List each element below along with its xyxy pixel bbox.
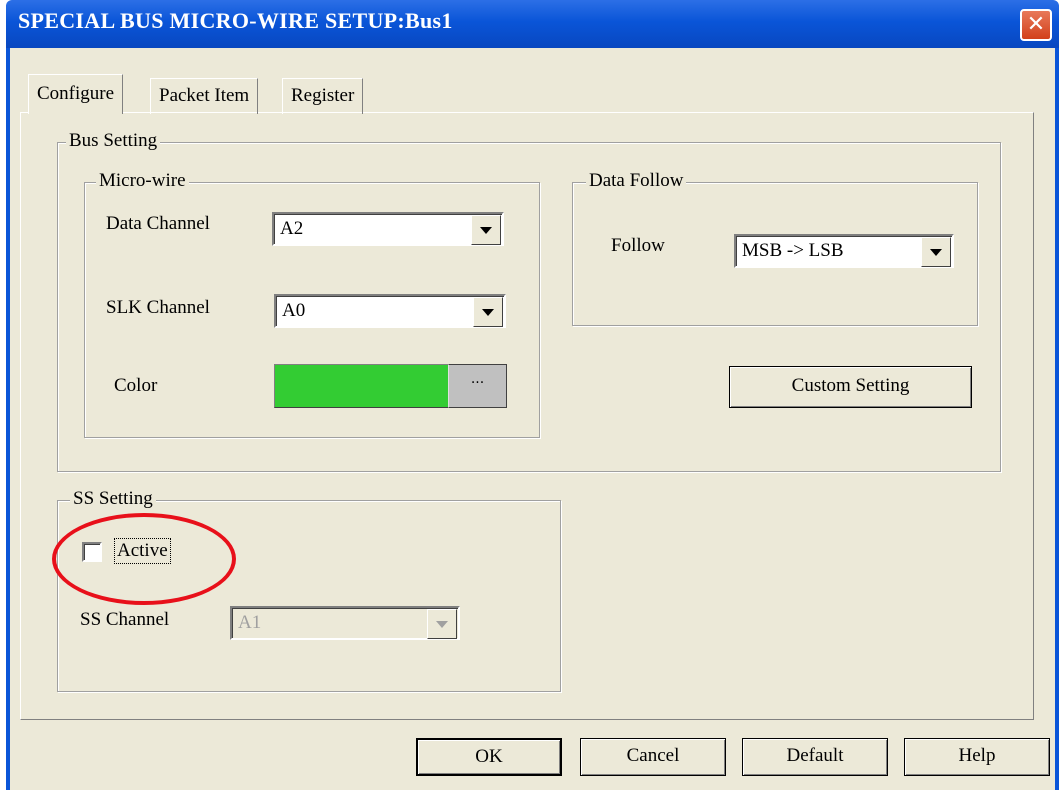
ss-channel-value: A1 <box>238 612 262 633</box>
color-label: Color <box>114 375 158 396</box>
ss-channel-label: SS Channel <box>80 609 170 630</box>
data-channel-value: A2 <box>280 218 304 239</box>
highlight-circle <box>52 513 236 605</box>
follow-value: MSB -> LSB <box>742 240 844 261</box>
tab-packet-item[interactable]: Packet Item <box>150 78 259 114</box>
ss-channel-select[interactable]: A1 <box>230 606 460 640</box>
data-channel-label: Data Channel <box>106 213 210 234</box>
slk-channel-value: A0 <box>282 300 306 321</box>
cancel-button[interactable]: Cancel <box>580 738 726 776</box>
tab-register[interactable]: Register <box>282 78 364 114</box>
tab-configure[interactable]: Configure <box>28 74 124 114</box>
chevron-down-icon[interactable] <box>427 609 457 639</box>
chevron-down-icon[interactable] <box>921 237 951 267</box>
chevron-down-icon[interactable] <box>471 215 501 245</box>
close-button[interactable]: ✕ <box>1020 9 1052 41</box>
data-channel-select[interactable]: A2 <box>272 212 504 246</box>
data-follow-legend: Data Follow <box>586 170 687 192</box>
window-title: SPECIAL BUS MICRO-WIRE SETUP:Bus1 <box>18 8 453 33</box>
micro-wire-legend: Micro-wire <box>96 170 189 192</box>
slk-channel-select[interactable]: A0 <box>274 294 506 328</box>
color-picker-button[interactable]: ··· <box>448 364 507 408</box>
follow-select[interactable]: MSB -> LSB <box>734 234 954 268</box>
bus-setting-legend: Bus Setting <box>66 130 161 152</box>
color-swatch[interactable] <box>274 364 450 408</box>
default-button[interactable]: Default <box>742 738 888 776</box>
chevron-down-icon[interactable] <box>473 297 503 327</box>
ok-button[interactable]: OK <box>416 738 562 776</box>
follow-label: Follow <box>611 235 665 256</box>
slk-channel-label: SLK Channel <box>106 297 210 318</box>
custom-setting-button[interactable]: Custom Setting <box>729 366 972 408</box>
close-icon: ✕ <box>1026 12 1046 37</box>
help-button[interactable]: Help <box>904 738 1050 776</box>
ss-setting-legend: SS Setting <box>70 488 156 510</box>
